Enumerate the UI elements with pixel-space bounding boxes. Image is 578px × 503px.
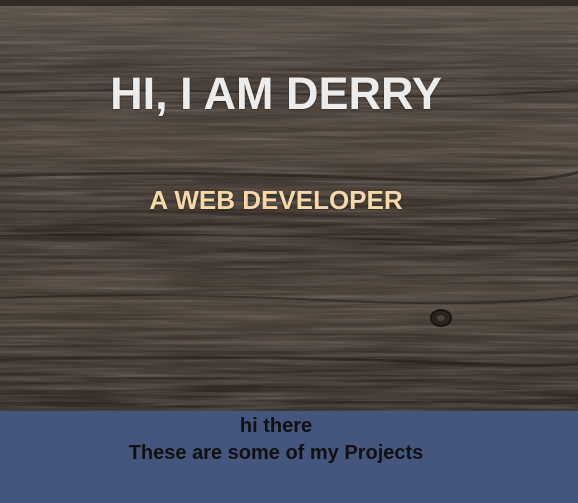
projects-greeting: hi there <box>239 415 313 437</box>
portfolio-page: HI, I AM DERRY A WEB DEVELOPER hi there … <box>0 0 578 503</box>
projects-section: hi there These are some of my Projects <box>0 411 578 503</box>
hero-title: HI, I AM DERRY <box>110 68 442 119</box>
hero-subtitle: A WEB DEVELOPER <box>149 185 403 215</box>
hero-section: HI, I AM DERRY A WEB DEVELOPER <box>0 0 578 411</box>
projects-heading: These are some of my Projects <box>128 442 424 464</box>
